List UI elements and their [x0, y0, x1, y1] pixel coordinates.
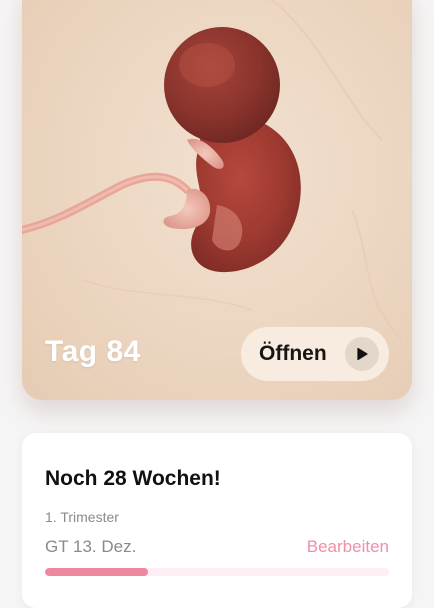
day-label: Tag 84 [45, 335, 141, 368]
edit-button[interactable]: Bearbeiten [307, 537, 389, 557]
pregnancy-progress-fill [45, 568, 149, 576]
embryo-card[interactable]: Tag 84 Öffnen [22, 0, 412, 400]
pregnancy-progress-bar [45, 568, 389, 576]
play-icon [345, 337, 379, 371]
open-button[interactable]: Öffnen [241, 327, 389, 381]
trimester-label: 1. Trimester [45, 509, 119, 525]
due-date-label: GT 13. Dez. [45, 537, 137, 556]
pregnancy-info-card: Noch 28 Wochen! 1. Trimester GT 13. Dez.… [22, 433, 412, 608]
weeks-remaining-heading: Noch 28 Wochen! [45, 467, 221, 490]
open-button-label: Öffnen [259, 342, 327, 365]
